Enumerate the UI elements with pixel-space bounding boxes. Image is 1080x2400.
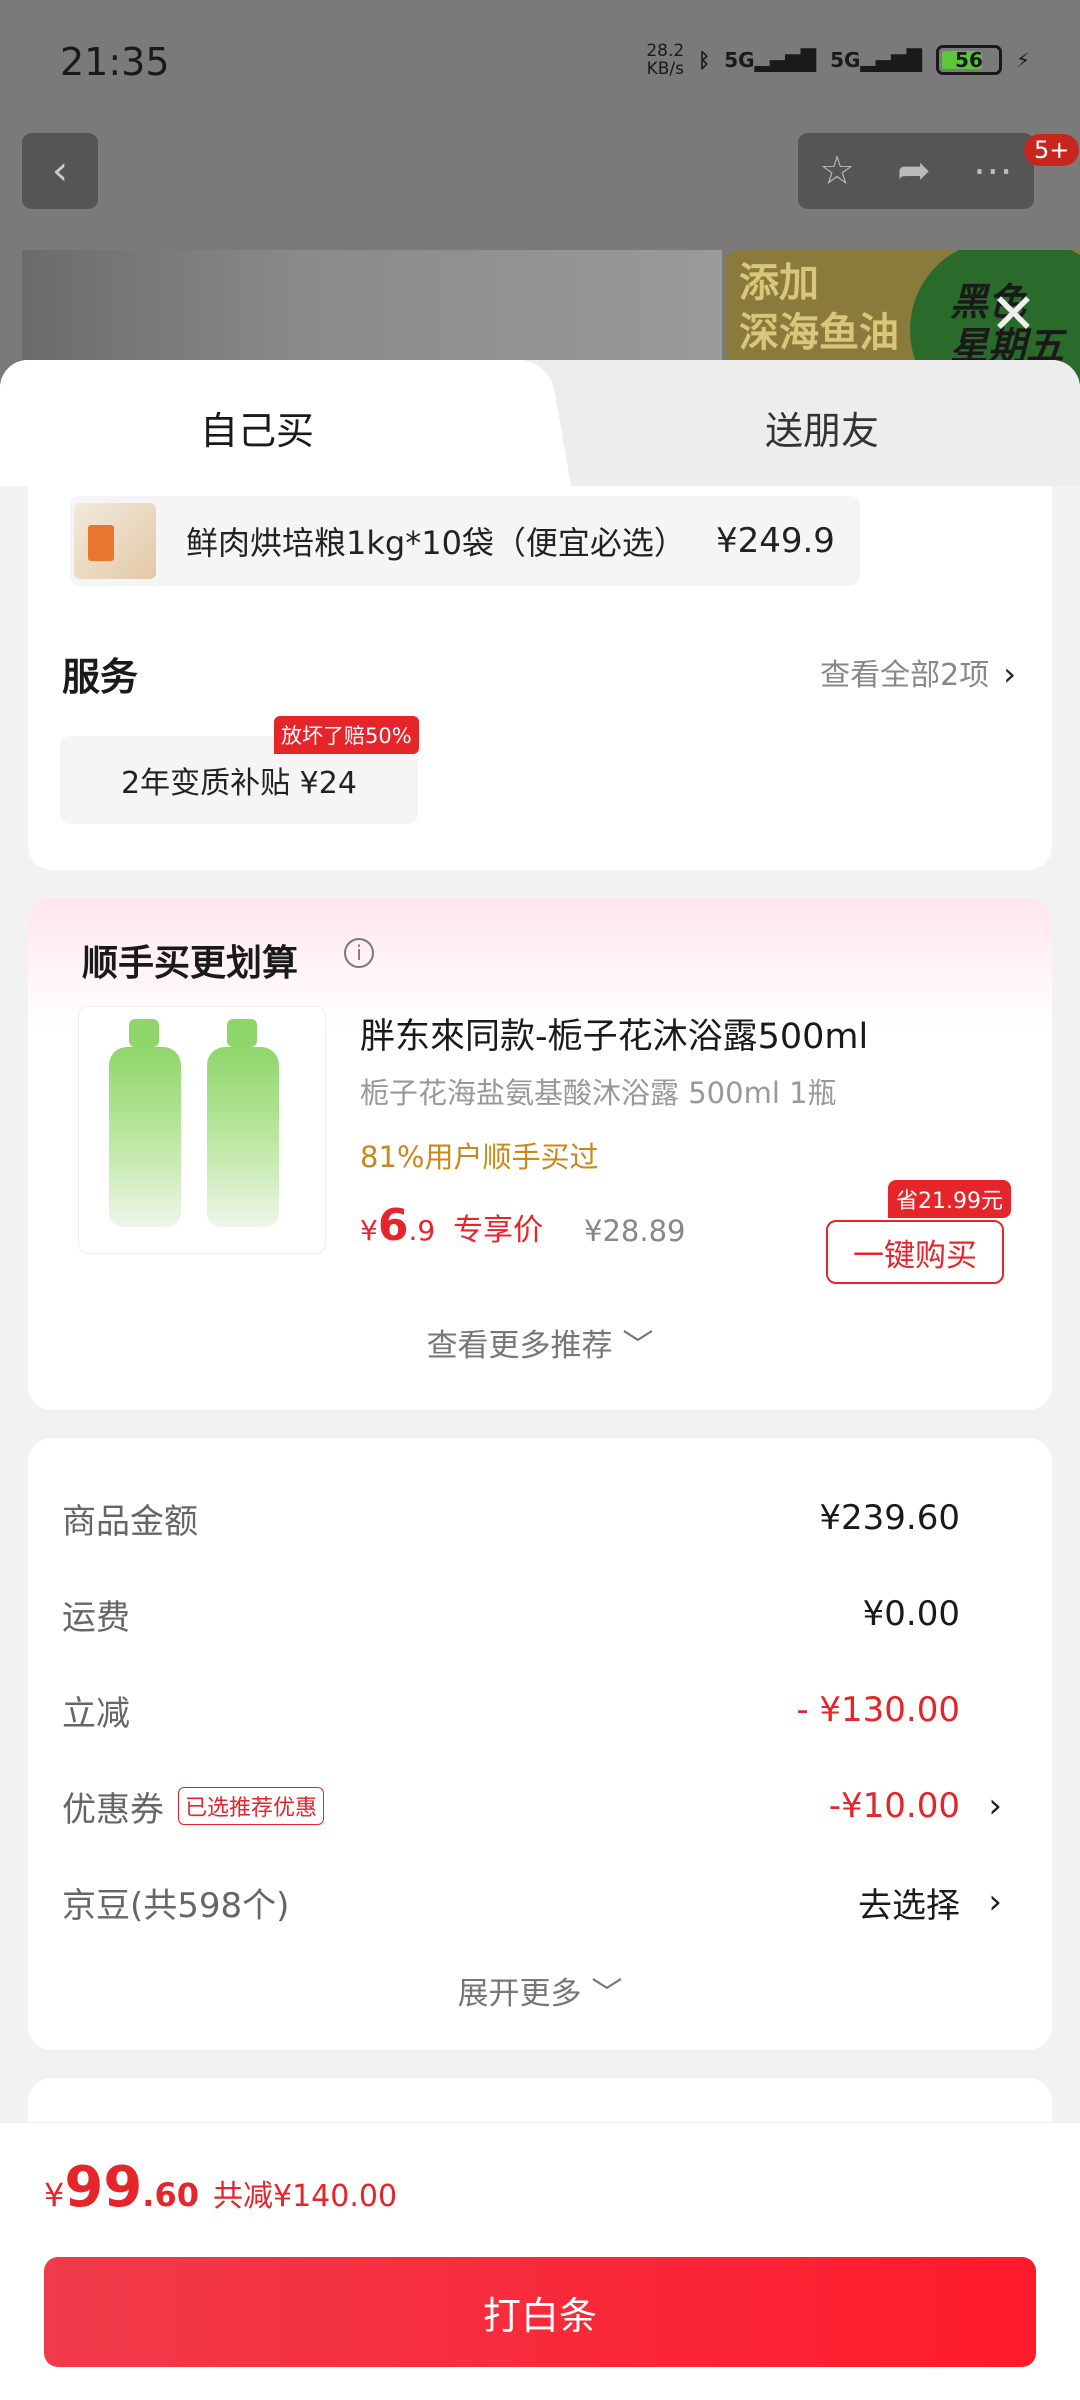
tab-self[interactable]: 自己买 [200, 400, 314, 455]
upsell-original-price: ¥28.89 [584, 1214, 686, 1248]
upsell-card: 顺手买更划算 i 胖东來同款-栀子花沐浴露500ml 栀子花海盐氨基酸沐浴露 5… [28, 898, 1052, 1410]
top-actions: ☆ ➦ ⋯ [798, 133, 1034, 209]
status-icons: 28.2 KB/s ᛒ 5G▂▄▆█ 5G▂▄▆█ 56 ⚡ [646, 42, 1030, 78]
upsell-bought-rate: 81%用户顺手买过 [360, 1140, 599, 1174]
summary-row-discount: 立减 - ¥130.00 [62, 1690, 960, 1734]
upsell-product-name[interactable]: 胖东來同款-栀子花沐浴露500ml [360, 1008, 868, 1059]
net-speed: 28.2 KB/s [646, 41, 685, 79]
upsell-price: ¥6.9 专享价 [360, 1200, 544, 1251]
upsell-title: 顺手买更划算 [82, 943, 299, 984]
more-recommendations[interactable]: 查看更多推荐 ﹀ [28, 1320, 1052, 1365]
chevron-right-icon: › [988, 1882, 1002, 1922]
back-button[interactable]: ‹ [22, 133, 98, 209]
chevron-right-icon: › [1003, 655, 1016, 693]
service-title: 服务 [62, 655, 139, 699]
status-time: 21:35 [60, 40, 170, 84]
selected-product[interactable]: 鲜肉烘培粮1kg*10袋（便宜必选） ¥249.9 [70, 496, 860, 586]
total-saved: 共减¥140.00 [212, 2179, 398, 2214]
tab-gift[interactable]: 送朋友 [765, 400, 879, 455]
share-icon[interactable]: ➦ [897, 148, 931, 194]
chevron-left-icon: ‹ [52, 148, 68, 194]
summary-row-goods: 商品金额 ¥239.60 [62, 1498, 960, 1542]
star-icon[interactable]: ☆ [819, 148, 855, 194]
status-bar: 21:35 28.2 KB/s ᛒ 5G▂▄▆█ 5G▂▄▆█ 56 ⚡ [0, 0, 1080, 120]
order-sheet: 自己买 送朋友 鲜肉烘培粮1kg*10袋（便宜必选） ¥249.9 服务 查看全… [0, 360, 1080, 2400]
message-count-badge: 5+ [1024, 134, 1080, 166]
summary-row-shipping: 运费 ¥0.00 [62, 1594, 960, 1638]
pay-button[interactable]: 打白条 [44, 2257, 1036, 2367]
tab-bar: 自己买 送朋友 [0, 360, 1080, 486]
battery-icon: 56 [935, 45, 1002, 75]
signal-icon: 5G▂▄▆█ [724, 48, 817, 72]
summary-row-jingdou[interactable]: 京豆(共598个) 去选择 › [62, 1872, 1018, 1932]
chevron-right-icon: › [988, 1786, 1002, 1826]
summary-row-coupon[interactable]: 优惠券 已选推荐优惠 -¥10.00 › [62, 1776, 1018, 1836]
upsell-product-desc: 栀子花海盐氨基酸沐浴露 500ml 1瓶 [360, 1076, 837, 1110]
upsell-product-image[interactable] [78, 1006, 326, 1254]
expand-more[interactable]: 展开更多 ﹀ [28, 1968, 1052, 2013]
close-icon[interactable]: ✕ [990, 282, 1037, 347]
info-icon[interactable]: i [344, 938, 374, 968]
product-price: ¥249.9 [715, 521, 835, 561]
product-service-card: 鲜肉烘培粮1kg*10袋（便宜必选） ¥249.9 服务 查看全部2项 › 2年变… [28, 486, 1052, 870]
product-name: 鲜肉烘培粮1kg*10袋（便宜必选） [186, 524, 686, 562]
price-summary-card: 商品金额 ¥239.60 运费 ¥0.00 立减 - ¥130.00 优惠券 已… [28, 1438, 1052, 2050]
more-icon[interactable]: ⋯ [973, 148, 1013, 194]
one-click-buy-button[interactable]: 一键购买 [826, 1220, 1004, 1284]
bluetooth-icon: ᛒ [698, 48, 711, 72]
save-badge: 省21.99元 [888, 1180, 1011, 1218]
checkout-footer: ¥99.60 共减¥140.00 打白条 [0, 2122, 1080, 2400]
charging-icon: ⚡ [1015, 48, 1030, 72]
service-view-all[interactable]: 查看全部2项 › [820, 650, 1016, 694]
service-badge: 放坏了赔50% [274, 716, 419, 754]
signal-icon-2: 5G▂▄▆█ [830, 48, 922, 72]
total-price: ¥99.60 共减¥140.00 [44, 2155, 398, 2220]
coupon-badge: 已选推荐优惠 [178, 1787, 325, 1825]
product-thumbnail [74, 503, 156, 579]
